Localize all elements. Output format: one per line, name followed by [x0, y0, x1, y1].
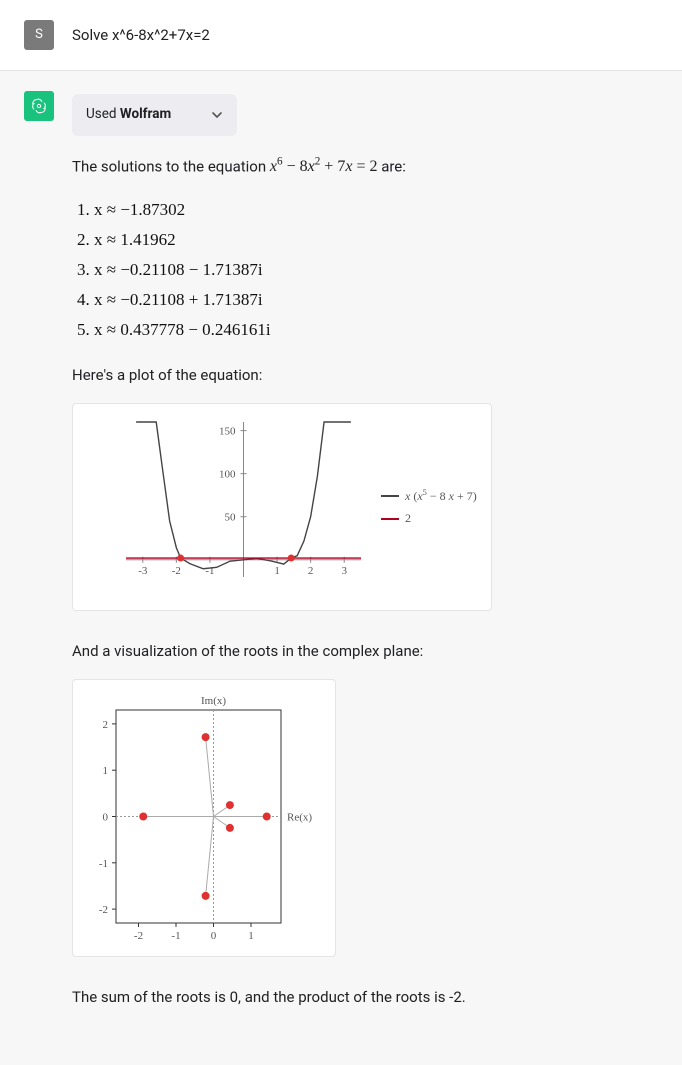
solution-item: x ≈ −0.21108 + 1.71387i: [94, 286, 658, 313]
assistant-avatar: [24, 91, 54, 121]
assistant-message-row: Used Wolfram The solutions to the equati…: [0, 71, 682, 1065]
function-plot-card: -3 -2 -1 1 2 3 50 100 150 x (x5 − 8 x + 7) 2: [72, 403, 492, 611]
svg-text:2: 2: [103, 719, 109, 731]
solutions-list: x ≈ −1.87302 x ≈ 1.41962 x ≈ −0.21108 − …: [72, 196, 658, 344]
user-message-row: S Solve x^6-8x^2+7x=2: [0, 0, 682, 71]
solutions-intro: The solutions to the equation x6 − 8x2 +…: [72, 154, 658, 180]
openai-icon: [30, 97, 48, 115]
solution-item: x ≈ −1.87302: [94, 196, 658, 223]
roots-plot-card: -2 -1 0 1 -2 -1 0 1 2 Im(x) Re(x): [72, 679, 336, 957]
plugin-used-chip[interactable]: Used Wolfram: [72, 94, 237, 136]
svg-text:1: 1: [248, 930, 254, 942]
svg-text:1: 1: [274, 565, 280, 577]
summary-text: The sum of the roots is 0, and the produ…: [72, 985, 658, 1009]
svg-text:Im(x): Im(x): [201, 695, 226, 707]
svg-text:-1: -1: [99, 858, 108, 870]
chevron-down-icon: [211, 109, 223, 121]
svg-text:-1: -1: [171, 930, 180, 942]
svg-text:-3: -3: [138, 565, 148, 577]
svg-text:0: 0: [211, 930, 217, 942]
svg-text:-1: -1: [205, 565, 214, 577]
plot-intro-text: Here's a plot of the equation:: [72, 363, 658, 387]
solution-item: x ≈ −0.21108 − 1.71387i: [94, 256, 658, 283]
roots-intro-text: And a visualization of the roots in the …: [72, 639, 658, 663]
function-plot-legend: x (x5 − 8 x + 7) 2: [381, 483, 477, 531]
user-avatar: S: [24, 20, 54, 50]
svg-text:2: 2: [308, 565, 314, 577]
function-plot: -3 -2 -1 1 2 3 50 100 150: [81, 412, 371, 602]
user-message-text: Solve x^6-8x^2+7x=2: [72, 23, 658, 47]
svg-text:50: 50: [225, 512, 237, 524]
svg-text:-2: -2: [99, 905, 108, 917]
svg-text:-2: -2: [172, 565, 181, 577]
svg-text:150: 150: [219, 426, 236, 438]
solution-item: x ≈ 1.41962: [94, 226, 658, 253]
svg-text:3: 3: [341, 565, 347, 577]
svg-text:0: 0: [103, 812, 109, 824]
plugin-chip-label: Used Wolfram: [86, 104, 171, 126]
legend-series-2: 2: [405, 509, 411, 528]
solution-item: x ≈ 0.437778 − 0.246161i: [94, 316, 658, 343]
svg-text:100: 100: [219, 469, 236, 481]
svg-text:1: 1: [103, 766, 109, 778]
legend-series-1: x (x5 − 8 x + 7): [405, 486, 477, 506]
roots-plot: -2 -1 0 1 -2 -1 0 1 2 Im(x) Re(x): [81, 688, 321, 948]
svg-text:Re(x): Re(x): [287, 812, 312, 824]
svg-text:-2: -2: [134, 930, 143, 942]
